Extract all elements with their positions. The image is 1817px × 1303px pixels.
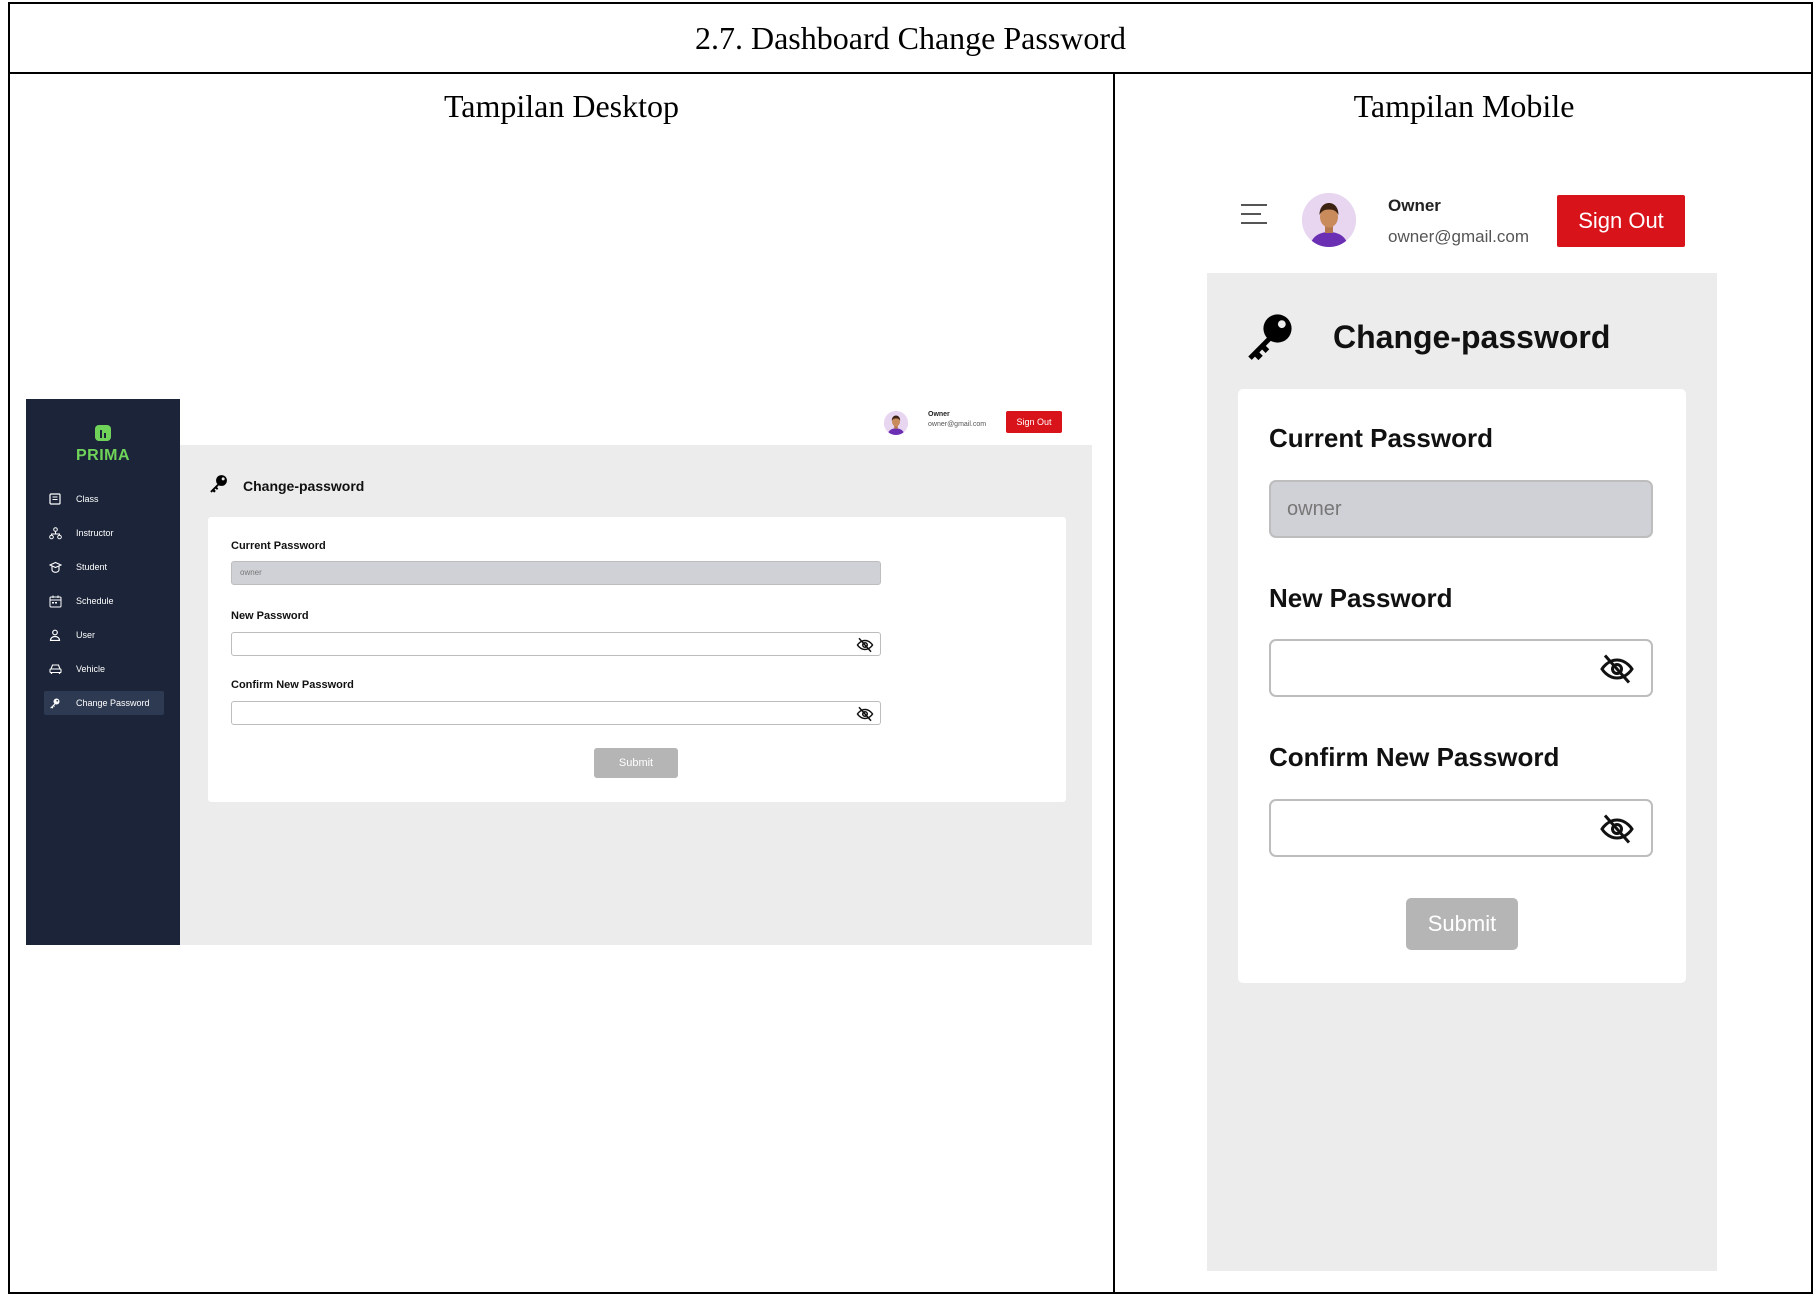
sidebar-nav: Class Instructor Student Schedule User V…	[44, 487, 164, 725]
current-password-value: owner	[240, 568, 262, 577]
user-name: Owner	[928, 411, 950, 418]
sidebar-item-change-password[interactable]: Change Password	[44, 691, 164, 715]
user-info: Owner owner@gmail.com	[928, 411, 986, 428]
key-icon	[209, 473, 229, 498]
page-title: Change-password	[1333, 319, 1611, 355]
sidebar-item-label: Schedule	[76, 596, 114, 606]
current-password-label: Current Password	[231, 540, 326, 552]
sidebar-item-label: Student	[76, 562, 108, 572]
vehicle-icon	[48, 662, 62, 676]
instructor-icon	[48, 526, 62, 540]
current-password-label: Current Password	[1269, 423, 1493, 453]
sidebar-item-student[interactable]: Student	[44, 555, 164, 579]
class-icon	[48, 492, 62, 506]
user-email: owner@gmail.com	[1388, 227, 1530, 246]
eye-off-icon[interactable]	[1599, 651, 1635, 687]
sidebar-item-label: Class	[76, 494, 99, 504]
sidebar-item-vehicle[interactable]: Vehicle	[44, 657, 164, 681]
hamburger-menu-icon[interactable]	[1241, 204, 1269, 228]
new-password-label: New Password	[231, 610, 309, 622]
eye-off-icon[interactable]	[1599, 811, 1635, 847]
change-password-form: Current Password owner New Password Conf…	[208, 517, 1066, 802]
confirm-password-label: Confirm New Password	[231, 679, 354, 691]
sidebar-item-user[interactable]: User	[44, 623, 164, 647]
current-password-value: owner	[1287, 498, 1342, 520]
app-logo[interactable]: PRIMA	[26, 425, 180, 465]
confirm-password-field[interactable]	[1269, 799, 1653, 857]
schedule-icon	[48, 594, 62, 608]
user-info: Owner owner@gmail.com	[1388, 196, 1529, 247]
brand-name: PRIMA	[75, 447, 131, 464]
document-title: 2.7. Dashboard Change Password	[10, 4, 1811, 74]
change-password-form: Current Password owner New Password Conf…	[1238, 389, 1686, 983]
mobile-heading: Tampilan Mobile	[1353, 88, 1575, 124]
student-icon	[48, 560, 62, 574]
mobile-mockup: Change-password Current Password owner N…	[1207, 273, 1717, 1271]
desktop-mockup: PRIMA Class Instructor Student Schedule …	[26, 399, 1092, 945]
page-header: Change-password	[209, 473, 364, 498]
sidebar-item-schedule[interactable]: Schedule	[44, 589, 164, 613]
submit-button[interactable]: Submit	[594, 748, 678, 778]
submit-button[interactable]: Submit	[1406, 898, 1518, 950]
sidebar-item-label: Instructor	[76, 528, 114, 538]
confirm-password-field[interactable]	[231, 701, 881, 725]
logo-mark-icon	[95, 425, 111, 441]
sidebar-item-label: User	[76, 630, 96, 640]
sign-out-button[interactable]: Sign Out	[1557, 195, 1685, 247]
sidebar-item-instructor[interactable]: Instructor	[44, 521, 164, 545]
column-divider	[1113, 74, 1115, 1294]
sidebar: PRIMA Class Instructor Student Schedule …	[26, 399, 180, 945]
new-password-label: New Password	[1269, 583, 1453, 613]
sidebar-item-class[interactable]: Class	[44, 487, 164, 511]
new-password-field[interactable]	[231, 632, 881, 656]
current-password-field[interactable]: owner	[1269, 480, 1653, 538]
key-icon	[48, 696, 62, 710]
page-title: Change-password	[243, 477, 365, 494]
avatar[interactable]	[884, 411, 908, 435]
top-bar: Owner owner@gmail.com Sign Out	[180, 399, 1092, 445]
page-header: Change-password	[1245, 309, 1610, 366]
user-icon	[48, 628, 62, 642]
eye-off-icon[interactable]	[856, 705, 874, 723]
confirm-password-label: Confirm New Password	[1269, 742, 1560, 772]
key-icon	[1245, 309, 1297, 366]
current-password-field[interactable]: owner	[231, 561, 881, 585]
sidebar-item-label: Vehicle	[76, 664, 106, 674]
avatar[interactable]	[1302, 193, 1356, 247]
user-email: owner@gmail.com	[928, 421, 987, 428]
sidebar-item-label: Change Password	[76, 698, 150, 708]
sign-out-button[interactable]: Sign Out	[1006, 411, 1062, 433]
user-name: Owner	[1388, 196, 1441, 215]
desktop-heading: Tampilan Desktop	[443, 88, 680, 124]
new-password-field[interactable]	[1269, 639, 1653, 697]
eye-off-icon[interactable]	[856, 636, 874, 654]
